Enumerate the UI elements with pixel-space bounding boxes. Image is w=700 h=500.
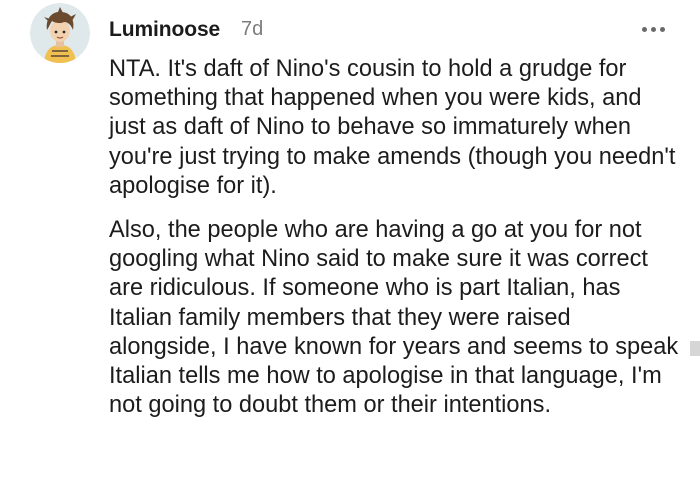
more-options-button[interactable] <box>636 18 670 40</box>
ellipsis-dot <box>659 26 665 32</box>
avatar-image <box>30 3 90 63</box>
scrollbar-thumb[interactable] <box>690 341 700 356</box>
ellipsis-dot <box>650 26 656 32</box>
comment-timestamp: 7d <box>241 18 264 40</box>
comment-paragraph: NTA. It's daft of Nino's cousin to hold … <box>109 56 676 199</box>
comment-paragraph: Also, the people who are having a go at … <box>109 217 679 419</box>
comment-author[interactable]: Luminoose <box>109 18 220 42</box>
comment: Luminoose 7d NTA. It's daft of Nino's co… <box>0 0 700 500</box>
comment-body: NTA. It's daft of Nino's cousin to hold … <box>109 55 684 420</box>
ellipsis-horizontal-icon <box>641 26 647 32</box>
avatar[interactable] <box>30 3 90 63</box>
